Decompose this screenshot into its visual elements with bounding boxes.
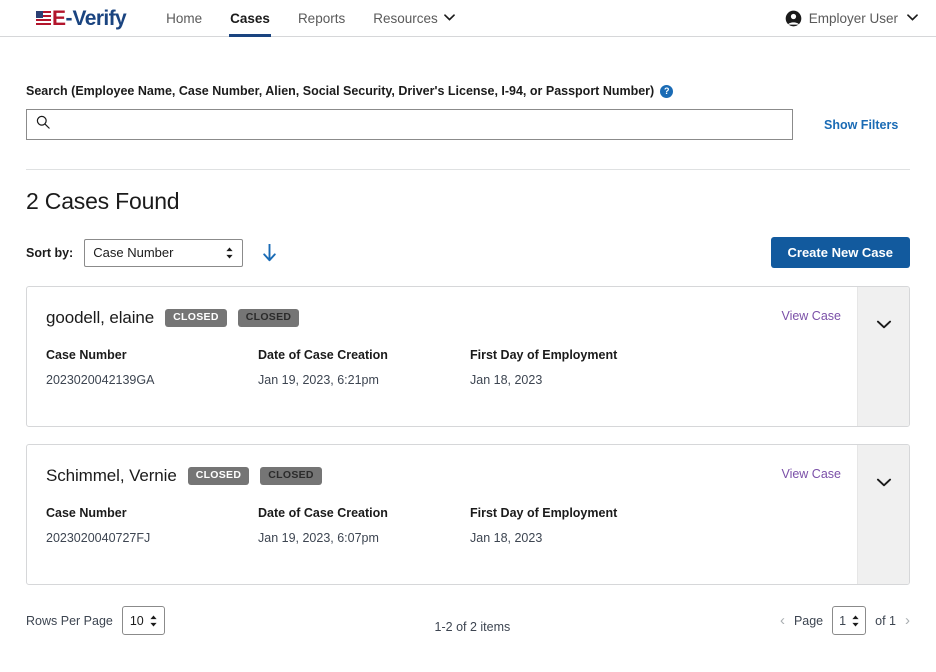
rows-per-page-select[interactable]: 10 <box>121 606 165 635</box>
case-field: First Day of Employment Jan 18, 2023 <box>470 506 682 545</box>
help-icon[interactable]: ? <box>660 84 674 98</box>
field-value: Jan 18, 2023 <box>470 373 543 387</box>
case-field: Date of Case Creation Jan 19, 2023, 6:21… <box>258 348 470 387</box>
field-value: Jan 18, 2023 <box>470 531 543 545</box>
nav-item-resources[interactable]: Resources <box>359 0 469 36</box>
page-content: Search (Employee Name, Case Number, Alie… <box>0 37 936 635</box>
case-field: First Day of Employment Jan 18, 2023 <box>470 348 682 387</box>
page-controls: ‹ Page 1 of 1 › <box>780 606 910 635</box>
page-total-label: of 1 <box>875 613 896 628</box>
sort-by-value: Case Number <box>93 245 174 260</box>
search-icon <box>36 115 50 134</box>
nav-label: Reports <box>297 10 346 26</box>
expand-case-toggle[interactable] <box>857 287 909 426</box>
previous-page-button[interactable]: ‹ <box>780 612 785 629</box>
field-label: Date of Case Creation <box>258 348 388 362</box>
field-value: 2023020042139GA <box>46 373 155 387</box>
field-value: 2023020040727FJ <box>46 531 151 545</box>
case-list: goodell, elaine CLOSED CLOSED Case Numbe… <box>26 286 910 585</box>
nav-label: Home <box>166 10 203 26</box>
main-navigation: Home Cases Reports Resources <box>152 0 469 37</box>
user-name-label: Employer User <box>808 10 898 26</box>
account-circle-icon <box>785 10 802 27</box>
stepper-arrows-icon <box>225 246 234 259</box>
case-field: Case Number 2023020040727FJ <box>46 506 258 545</box>
logo-word-verify: Verify <box>72 6 127 30</box>
case-card-header: goodell, elaine CLOSED CLOSED <box>46 308 909 328</box>
status-badge: CLOSED <box>165 309 227 327</box>
status-badge: CLOSED <box>187 467 250 485</box>
page-label: Page <box>793 613 824 628</box>
nav-item-reports[interactable]: Reports <box>284 0 359 36</box>
case-fields: Case Number 2023020042139GA Date of Case… <box>46 348 909 387</box>
results-heading: 2 Cases Found <box>26 188 180 214</box>
create-new-case-button[interactable]: Create New Case <box>770 237 910 268</box>
case-field: Case Number 2023020042139GA <box>46 348 258 387</box>
field-label: Case Number <box>46 348 127 362</box>
view-case-link[interactable]: View Case <box>781 309 841 323</box>
next-page-button[interactable]: › <box>905 612 910 629</box>
view-case-link[interactable]: View Case <box>781 467 841 481</box>
chevron-down-icon <box>876 317 891 332</box>
case-fields: Case Number 2023020040727FJ Date of Case… <box>46 506 909 545</box>
case-card-header: Schimmel, Vernie CLOSED CLOSED <box>46 466 909 486</box>
logo-dash: - <box>65 6 73 30</box>
case-card[interactable]: goodell, elaine CLOSED CLOSED Case Numbe… <box>26 286 910 427</box>
sort-by-select[interactable]: Case Number <box>84 238 244 267</box>
status-badge: CLOSED <box>260 467 322 485</box>
status-badge: CLOSED <box>237 309 300 327</box>
item-count-label: 1-2 of 2 items <box>434 620 511 634</box>
page-number-select[interactable]: 1 <box>832 606 867 635</box>
field-label: First Day of Employment <box>470 506 618 520</box>
field-label: Date of Case Creation <box>258 506 388 520</box>
stepper-arrows-icon <box>851 614 860 627</box>
search-row: Show Filters <box>26 109 910 140</box>
case-employee-name: Schimmel, Vernie <box>46 466 177 485</box>
search-input[interactable] <box>50 110 783 139</box>
stepper-arrows-icon <box>149 614 158 627</box>
case-field: Date of Case Creation Jan 19, 2023, 6:07… <box>258 506 470 545</box>
sort-direction-descending-icon[interactable] <box>262 243 277 262</box>
case-card-body: Schimmel, Vernie CLOSED CLOSED Case Numb… <box>27 445 909 545</box>
search-section: Search (Employee Name, Case Number, Alie… <box>26 37 910 170</box>
logo-letter-e: E <box>52 6 66 30</box>
page-number-value: 1 <box>839 613 847 628</box>
field-value: Jan 19, 2023, 6:07pm <box>258 531 379 545</box>
case-card-body: goodell, elaine CLOSED CLOSED Case Numbe… <box>27 287 909 387</box>
nav-label: Cases <box>230 10 270 26</box>
search-field-wrapper[interactable] <box>26 109 793 140</box>
sort-by-label: Sort by: <box>26 245 74 260</box>
chevron-down-icon <box>443 13 455 24</box>
field-label: Case Number <box>46 506 127 520</box>
expand-case-toggle[interactable] <box>857 445 909 584</box>
case-employee-name: goodell, elaine <box>46 308 155 327</box>
pagination-bar: Rows Per Page 10 1-2 of 2 items ‹ Page 1 <box>26 606 910 635</box>
nav-item-cases[interactable]: Cases <box>216 0 284 37</box>
search-label-row: Search (Employee Name, Case Number, Alie… <box>26 84 910 98</box>
search-label-text: Search (Employee Name, Case Number, Alie… <box>26 84 655 98</box>
nav-item-home[interactable]: Home <box>152 0 216 36</box>
show-filters-link[interactable]: Show Filters <box>824 118 898 132</box>
item-count-wrapper: 1-2 of 2 items <box>165 620 780 634</box>
field-value: Jan 19, 2023, 6:21pm <box>258 373 379 387</box>
section-divider <box>26 169 910 170</box>
rows-per-page-label: Rows Per Page <box>26 613 113 628</box>
flag-icon <box>36 10 51 26</box>
everify-logo[interactable]: E - Verify <box>36 6 127 30</box>
field-label: First Day of Employment <box>470 348 618 362</box>
case-card[interactable]: Schimmel, Vernie CLOSED CLOSED Case Numb… <box>26 444 910 585</box>
sort-toolbar: Sort by: Case Number Create New Case <box>26 237 910 268</box>
chevron-down-icon <box>907 13 918 24</box>
nav-label: Resources <box>373 10 438 26</box>
site-header: E - Verify Home Cases Reports Resources Em… <box>0 0 936 37</box>
rows-per-page-value: 10 <box>129 613 144 628</box>
chevron-down-icon <box>876 475 891 490</box>
user-menu[interactable]: Employer User <box>785 10 918 27</box>
